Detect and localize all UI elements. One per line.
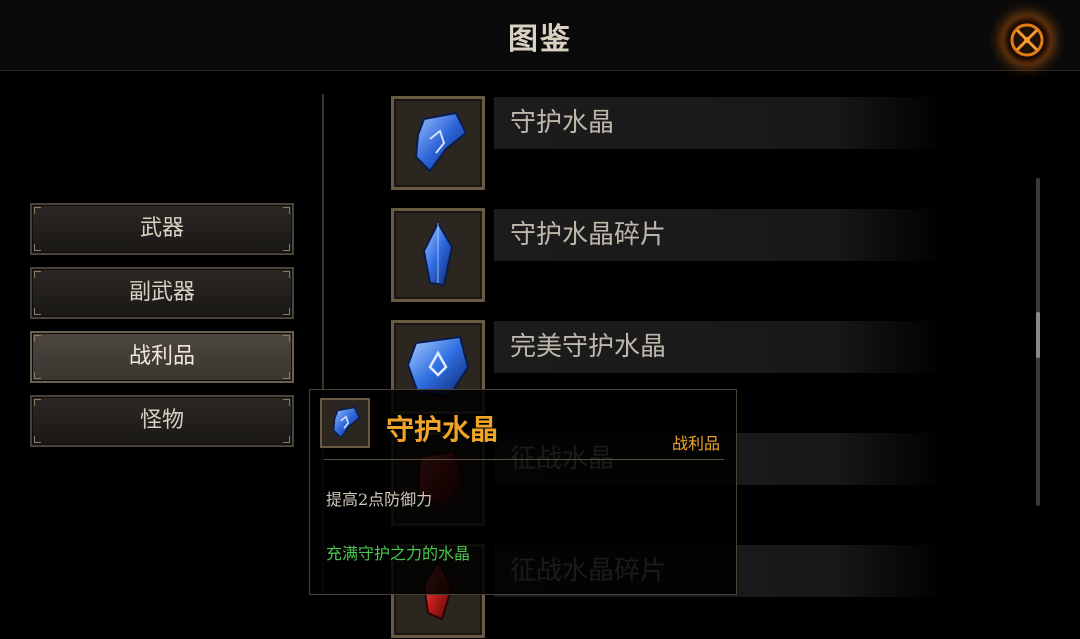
category-loot-button[interactable]: 战利品 <box>30 331 294 383</box>
top-bar: 图鉴 <box>0 0 1080 71</box>
page-title: 图鉴 <box>508 22 572 57</box>
item-name[interactable]: 完美守护水晶 <box>494 321 944 373</box>
tooltip-item-name: 守护水晶 <box>386 413 499 446</box>
category-sub-weapons-button[interactable]: 副武器 <box>30 267 294 319</box>
blue-crystal-rune-icon[interactable] <box>391 96 485 190</box>
category-monsters-button[interactable]: 怪物 <box>30 395 294 447</box>
category-label: 战利品 <box>128 344 195 369</box>
item-name[interactable]: 守护水晶碎片 <box>494 209 944 261</box>
tooltip-description: 提高2点防御力 <box>326 490 433 509</box>
close-icon[interactable] <box>1003 16 1051 64</box>
item-tooltip: 守护水晶 战利品 提高2点防御力 充满守护之力的水晶 <box>309 389 737 595</box>
category-label: 副武器 <box>128 280 195 305</box>
category-label: 怪物 <box>139 408 184 433</box>
tooltip-flavor-text: 充满守护之力的水晶 <box>326 544 471 563</box>
divider <box>324 459 724 460</box>
category-weapons-button[interactable]: 武器 <box>30 203 294 255</box>
category-label: 武器 <box>139 216 184 241</box>
tooltip-category: 战利品 <box>672 434 721 453</box>
item-name[interactable]: 守护水晶 <box>494 97 944 149</box>
blue-crystal-rune-icon <box>320 398 370 448</box>
blue-crystal-shard-icon[interactable] <box>391 208 485 302</box>
scrollbar-thumb[interactable] <box>1036 312 1040 358</box>
